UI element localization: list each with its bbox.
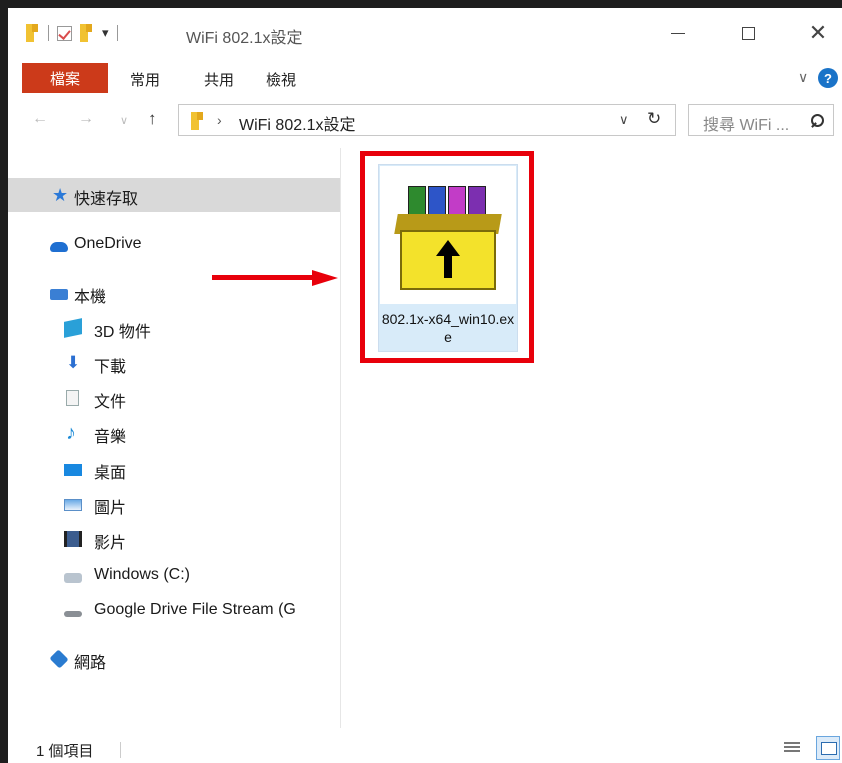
- breadcrumb[interactable]: WiFi 802.1x設定: [239, 111, 355, 135]
- documents-icon: [66, 390, 79, 406]
- qat-separator: [116, 25, 118, 41]
- nav-item-label: 快速存取: [74, 191, 139, 208]
- help-icon[interactable]: ?: [818, 68, 838, 88]
- quick-access-star-icon: ★: [52, 185, 69, 205]
- address-dropdown-icon[interactable]: ∨: [619, 112, 629, 128]
- nav-item-label: 音樂: [94, 429, 127, 446]
- close-icon: ✕: [808, 20, 828, 45]
- nav-item-google-drive[interactable]: Google Drive File Stream (G: [8, 594, 340, 628]
- recent-locations-chevron-icon[interactable]: ∨: [120, 114, 128, 127]
- tab-home[interactable]: 常用: [130, 69, 160, 90]
- expand-ribbon-icon[interactable]: ∨: [798, 69, 808, 86]
- drive-c-icon: [64, 573, 82, 583]
- quick-access-toolbar: ▾: [26, 22, 118, 44]
- status-separator: [120, 742, 121, 758]
- address-bar[interactable]: › WiFi 802.1x設定 ∨ ↻: [178, 104, 676, 136]
- nav-item-drive-c[interactable]: Windows (C:): [8, 559, 340, 593]
- nav-item-label: 圖片: [94, 500, 127, 517]
- minimize-icon: [671, 32, 685, 34]
- onedrive-cloud-icon: [50, 241, 68, 252]
- tab-file[interactable]: 檔案: [22, 63, 108, 93]
- nav-item-quick-access[interactable]: ★ 快速存取: [8, 178, 340, 212]
- nav-item-music[interactable]: ♪ 音樂: [8, 416, 340, 450]
- up-arrow-icon[interactable]: ↑: [148, 109, 157, 129]
- qat-dropdown-icon[interactable]: ▾: [102, 25, 109, 41]
- pane-divider[interactable]: [340, 148, 341, 728]
- network-icon: [49, 649, 69, 669]
- tab-view[interactable]: 檢視: [266, 69, 296, 90]
- status-bar: 1 個項目: [8, 734, 842, 763]
- annotation-arrow-head-icon: [312, 270, 338, 286]
- desktop-icon: [64, 464, 82, 476]
- nav-item-desktop[interactable]: 桌面: [8, 452, 340, 486]
- navigation-pane: ★ 快速存取 OneDrive 本機 3D 物件 ⬇ 下載 文件 ♪ 音樂 桌面…: [8, 158, 340, 718]
- downloads-icon: ⬇: [66, 353, 81, 372]
- breadcrumb-chevron-icon[interactable]: ›: [217, 112, 222, 128]
- new-folder-icon[interactable]: [80, 24, 94, 42]
- nav-item-label: 3D 物件: [94, 324, 151, 341]
- nav-item-label: Windows (C:): [94, 566, 191, 583]
- pictures-icon: [64, 499, 82, 511]
- annotation-highlight-box: [360, 151, 534, 363]
- close-button[interactable]: ✕: [798, 18, 838, 48]
- forward-arrow-icon[interactable]: →: [78, 110, 94, 128]
- search-icon[interactable]: [811, 114, 824, 127]
- large-icons-view-icon[interactable]: [816, 736, 840, 760]
- nav-item-network[interactable]: 網路: [8, 642, 340, 676]
- nav-item-onedrive[interactable]: OneDrive: [8, 228, 340, 262]
- music-icon: ♪: [66, 422, 76, 444]
- nav-item-3d-objects[interactable]: 3D 物件: [8, 311, 340, 345]
- google-drive-icon: [64, 611, 82, 617]
- navigation-bar: ← → ∨ ↑ › WiFi 802.1x設定 ∨ ↻ 搜尋 WiFi ...: [8, 104, 842, 138]
- item-count: 1 個項目: [36, 743, 94, 760]
- nav-item-label: 影片: [94, 535, 127, 552]
- title-bar: ▾ WiFi 802.1x設定 ✕: [8, 8, 842, 56]
- videos-icon: [64, 531, 82, 547]
- folder-icon: [26, 24, 40, 42]
- this-pc-icon: [50, 288, 68, 300]
- search-input[interactable]: 搜尋 WiFi ...: [688, 104, 834, 136]
- nav-item-documents[interactable]: 文件: [8, 381, 340, 415]
- search-placeholder: 搜尋 WiFi ...: [703, 117, 790, 134]
- nav-item-downloads[interactable]: ⬇ 下載: [8, 346, 340, 380]
- details-view-icon[interactable]: [784, 740, 800, 756]
- minimize-button[interactable]: [658, 18, 698, 48]
- annotation-arrow: [212, 270, 342, 286]
- back-arrow-icon[interactable]: ←: [32, 110, 48, 128]
- nav-item-videos[interactable]: 影片: [8, 522, 340, 556]
- nav-item-label: 桌面: [94, 465, 127, 482]
- folder-icon: [191, 112, 205, 130]
- nav-item-label: 文件: [94, 394, 127, 411]
- 3d-objects-icon: [64, 318, 82, 338]
- maximize-button[interactable]: [728, 18, 768, 48]
- qat-separator: [48, 25, 49, 41]
- annotation-arrow-shaft: [212, 275, 316, 280]
- nav-item-pictures[interactable]: 圖片: [8, 487, 340, 521]
- tab-share[interactable]: 共用: [204, 69, 234, 90]
- window-title: WiFi 802.1x設定: [186, 30, 303, 47]
- nav-item-label: Google Drive File Stream (G: [94, 601, 296, 618]
- nav-item-label: 本機: [74, 289, 107, 306]
- explorer-window: ▾ WiFi 802.1x設定 ✕ 檔案 常用 共用 檢視 ∨ ? ← → ∨ …: [8, 8, 842, 763]
- maximize-icon: [741, 26, 755, 40]
- properties-check-icon[interactable]: [57, 25, 72, 41]
- nav-item-label: OneDrive: [74, 235, 142, 252]
- refresh-icon[interactable]: ↻: [647, 109, 661, 129]
- ribbon-tabs: 檔案 常用 共用 檢視 ∨ ?: [8, 63, 842, 93]
- nav-item-label: 網路: [74, 655, 107, 672]
- nav-item-label: 下載: [94, 359, 127, 376]
